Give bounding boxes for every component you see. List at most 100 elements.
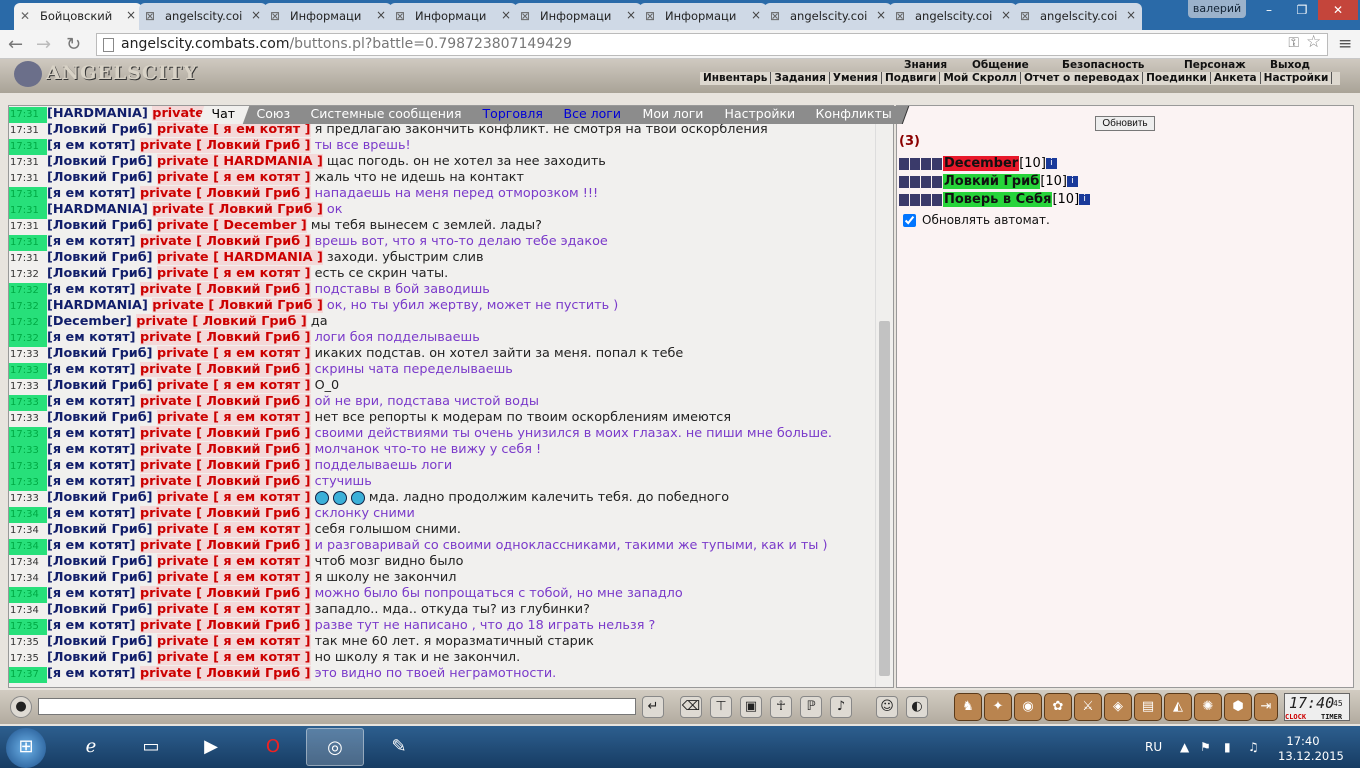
sender-name[interactable]: я ем котят	[53, 618, 130, 633]
tab-close-icon[interactable]: ×	[751, 8, 761, 22]
message-sender[interactable]: [я ем котят]	[47, 362, 140, 377]
private-recipient[interactable]: private [ Ловкий Гриб ]	[139, 330, 311, 345]
recipient-name[interactable]: December	[223, 218, 296, 233]
private-recipient[interactable]: private [ я ем котят ]	[156, 410, 311, 425]
sender-name[interactable]: Ловкий Гриб	[53, 554, 147, 569]
message-time[interactable]: 17:34	[9, 587, 47, 603]
message-time[interactable]: 17:33	[9, 459, 47, 475]
private-recipient[interactable]: private [ я ем котят ]	[156, 554, 311, 569]
message-time[interactable]: 17:31	[9, 155, 47, 171]
browser-tab[interactable]: ⊠ Информаци ×	[389, 3, 517, 30]
private-recipient[interactable]: private [ Ловкий Гриб ]	[136, 314, 307, 329]
private-recipient[interactable]: private [ я ем котят ]	[156, 634, 311, 649]
paint-icon[interactable]: ✎	[370, 728, 428, 766]
sender-name[interactable]: Ловкий Гриб	[53, 410, 147, 425]
sender-name[interactable]: Ловкий Гриб	[53, 378, 147, 393]
sender-name[interactable]: Ловкий Гриб	[53, 266, 147, 281]
sender-name[interactable]: Ловкий Гриб	[53, 650, 147, 665]
sender-name[interactable]: я ем котят	[53, 362, 130, 377]
message-time[interactable]: 17:32	[9, 331, 47, 347]
recipient-name[interactable]: Ловкий Гриб	[206, 234, 300, 249]
walk-icon[interactable]: ☥	[770, 696, 792, 718]
recipient-name[interactable]: Ловкий Гриб	[203, 314, 297, 329]
chat-input[interactable]	[38, 698, 636, 715]
player-status-icon[interactable]	[932, 175, 942, 188]
message-time[interactable]: 17:31	[9, 187, 47, 203]
private-recipient[interactable]: private [ Ловкий Гриб ]	[139, 666, 311, 681]
sender-name[interactable]: я ем котят	[53, 282, 130, 297]
message-sender[interactable]: [HARDMANIA]	[47, 106, 152, 121]
private-recipient[interactable]: private [ Ловкий Гриб ]	[139, 506, 311, 521]
message-time[interactable]: 17:31	[9, 123, 47, 139]
filter-icon[interactable]: ⊤	[710, 696, 732, 718]
recipient-name[interactable]: я ем котят	[223, 410, 300, 425]
message-time[interactable]: 17:31	[9, 235, 47, 251]
private-recipient[interactable]: private [ я ем котят ]	[156, 122, 311, 137]
recipient-name[interactable]: я ем котят	[223, 522, 300, 537]
player-name[interactable]: December	[943, 156, 1020, 171]
message-time[interactable]: 17:33	[9, 411, 47, 427]
message-time[interactable]: 17:33	[9, 427, 47, 443]
tab-close-icon[interactable]: ×	[626, 8, 636, 22]
private-recipient[interactable]: private [ я ем котят ]	[156, 170, 311, 185]
helmet-icon[interactable]: ◐	[906, 696, 928, 718]
player-status-icon[interactable]	[910, 193, 920, 206]
message-sender[interactable]: [я ем котят]	[47, 458, 140, 473]
private-recipient[interactable]: private [ Ловкий Гриб ]	[139, 394, 311, 409]
minimize-button[interactable]: –	[1252, 0, 1286, 20]
message-time[interactable]: 17:31	[9, 171, 47, 187]
sender-name[interactable]: я ем котят	[53, 330, 130, 345]
key-icon[interactable]: ⚿	[1288, 35, 1299, 51]
sender-name[interactable]: я ем котят	[53, 474, 130, 489]
private-recipient[interactable]: private [ HARDMANIA ]	[156, 250, 323, 265]
message-sender[interactable]: [я ем котят]	[47, 282, 140, 297]
private-recipient[interactable]: private [ Ловкий Гриб ]	[139, 586, 311, 601]
chat-tab[interactable]: Настройки	[710, 106, 813, 124]
message-sender[interactable]: [я ем котят]	[47, 234, 140, 249]
sub-menu-item[interactable]: Подвиги	[882, 72, 941, 84]
player-name[interactable]: Ловкий Гриб	[943, 174, 1041, 189]
message-time[interactable]: 17:33	[9, 475, 47, 491]
address-bar[interactable]: angelscity.combats.com/buttons.pl?battle…	[96, 33, 1328, 56]
sender-name[interactable]: я ем котят	[53, 186, 130, 201]
sender-name[interactable]: HARDMANIA	[53, 298, 142, 313]
message-sender[interactable]: [Ловкий Гриб]	[47, 122, 157, 137]
message-sender[interactable]: [December]	[47, 314, 136, 329]
message-time[interactable]: 17:37	[9, 667, 47, 683]
player-status-icon[interactable]	[899, 193, 909, 206]
private-recipient[interactable]: private [ я ем котят ]	[156, 266, 311, 281]
message-sender[interactable]: [HARDMANIA]	[47, 298, 152, 313]
sub-menu-item[interactable]: Настройки	[1260, 72, 1333, 84]
player-status-icon[interactable]	[910, 175, 920, 188]
sender-name[interactable]: я ем котят	[53, 586, 130, 601]
player-status-icon[interactable]	[921, 157, 931, 170]
private-recipient[interactable]: private [ я ем котят ]	[156, 378, 311, 393]
private-recipient[interactable]: private [ Ловкий Гриб ]	[139, 282, 311, 297]
browser-tab[interactable]: ⊠ Информаци ×	[264, 3, 392, 30]
recipient-name[interactable]: я ем котят	[223, 490, 300, 505]
player-status-icon[interactable]	[899, 175, 909, 188]
sender-name[interactable]: я ем котят	[53, 666, 130, 681]
message-time[interactable]: 17:31	[9, 107, 47, 123]
recipient-name[interactable]: Ловкий Гриб	[206, 458, 300, 473]
recipient-name[interactable]: Ловкий Гриб	[206, 474, 300, 489]
private-recipient[interactable]: private [ Ловкий Гриб ]	[139, 426, 311, 441]
message-sender[interactable]: [я ем котят]	[47, 426, 140, 441]
message-time[interactable]: 17:31	[9, 219, 47, 235]
message-sender[interactable]: [Ловкий Гриб]	[47, 602, 157, 617]
sender-name[interactable]: Ловкий Гриб	[53, 570, 147, 585]
message-sender[interactable]: [Ловкий Гриб]	[47, 170, 157, 185]
tab-close-icon[interactable]: ×	[501, 8, 511, 22]
private-recipient[interactable]: private [ Ловкий Гриб ]	[152, 298, 323, 313]
recipient-name[interactable]: Ловкий Гриб	[206, 394, 300, 409]
recipient-name[interactable]: Ловкий Гриб	[206, 138, 300, 153]
message-sender[interactable]: [я ем котят]	[47, 586, 140, 601]
message-time[interactable]: 17:31	[9, 139, 47, 155]
recipient-name[interactable]: Ловкий Гриб	[206, 426, 300, 441]
player-status-icon[interactable]	[899, 157, 909, 170]
smiles-icon[interactable]: ☺	[876, 696, 898, 718]
message-sender[interactable]: [Ловкий Гриб]	[47, 410, 157, 425]
skill-1-icon[interactable]: ♞	[954, 693, 982, 721]
chat-scrollbar[interactable]	[875, 106, 893, 687]
tab-close-icon[interactable]: ×	[876, 8, 886, 22]
